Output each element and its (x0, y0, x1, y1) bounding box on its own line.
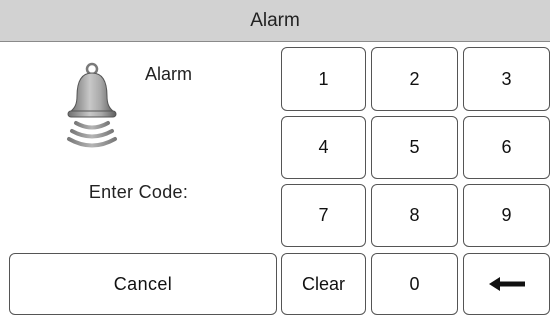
key-7[interactable]: 7 (281, 184, 366, 247)
alarm-bell-icon (60, 62, 130, 152)
key-5[interactable]: 5 (371, 116, 458, 179)
key-1[interactable]: 1 (281, 47, 366, 111)
window-title: Alarm (250, 9, 300, 31)
backspace-button[interactable] (463, 253, 550, 315)
left-arrow-icon (488, 277, 525, 291)
key-8[interactable]: 8 (371, 184, 458, 247)
key-2[interactable]: 2 (371, 47, 458, 111)
alarm-label: Alarm (145, 64, 193, 84)
title-bar: Alarm (0, 0, 550, 42)
clear-button[interactable]: Clear (281, 253, 366, 315)
key-9[interactable]: 9 (463, 184, 550, 247)
key-4[interactable]: 4 (281, 116, 366, 179)
key-6[interactable]: 6 (463, 116, 550, 179)
alarm-info-panel: Alarm Enter Code: (0, 42, 277, 253)
key-0[interactable]: 0 (371, 253, 458, 315)
key-3[interactable]: 3 (463, 47, 550, 111)
cancel-button[interactable]: Cancel (9, 253, 277, 315)
enter-code-prompt: Enter Code: (88, 182, 189, 202)
